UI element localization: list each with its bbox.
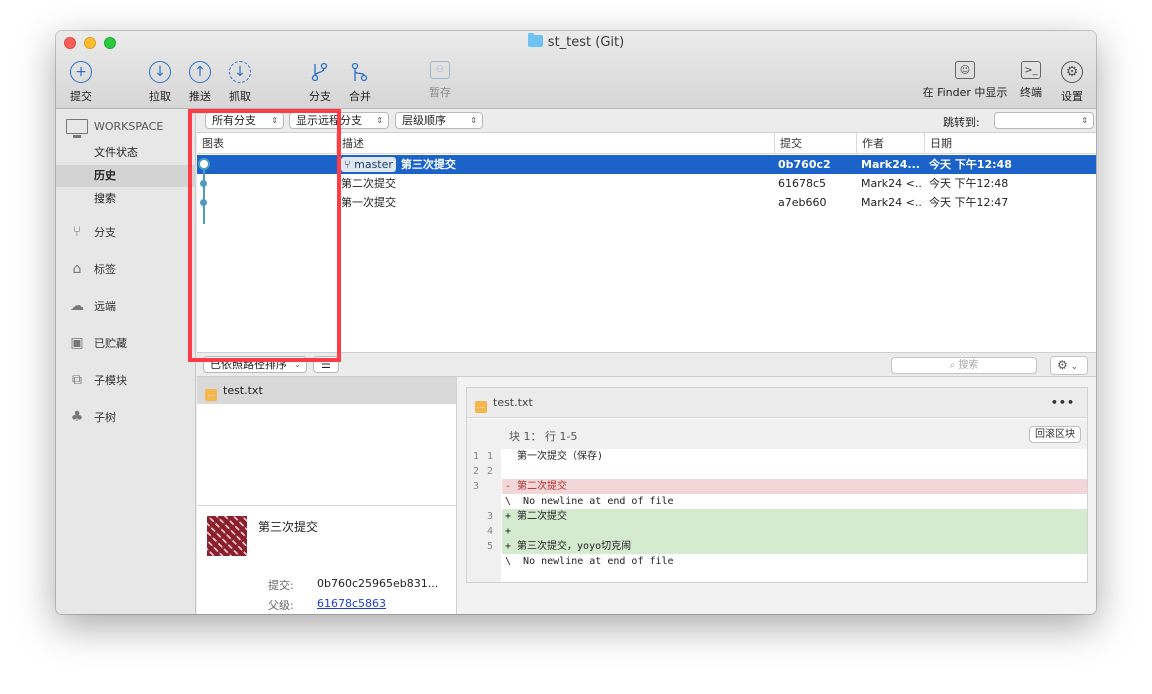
sidebar-item-submodules[interactable]: ⧉ 子模块 (66, 370, 127, 390)
merge-button[interactable]: 合并 (335, 61, 385, 104)
gear-icon: ⚙ (1061, 61, 1083, 83)
options-menu-button[interactable]: ⚙ ⌄ (1050, 356, 1088, 375)
updown-arrow-icon: ⇕ (376, 116, 383, 125)
hunk-header: 块 1： 行 1-5 回滚区块 (467, 419, 1087, 449)
graph-line (203, 166, 205, 224)
diff-file-header: … test.txt ••• (467, 388, 1087, 418)
diff-line: 11 第一次提交（保存) (473, 451, 604, 462)
cloud-icon: ☁ (70, 298, 84, 314)
commit-details: 第三次提交 提交: 0b760c25965eb831... 父级: 61678c… (197, 505, 456, 614)
diff-line-deleted: 3- 第二次提交 (467, 479, 1087, 494)
revert-hunk-button[interactable]: 回滚区块 (1029, 426, 1081, 443)
sidebar-item-file-status[interactable]: 文件状态 (56, 142, 196, 164)
commit-hash-value: 0b760c25965eb831... (317, 577, 439, 590)
sidebar-item-search[interactable]: 搜索 (56, 188, 196, 210)
commit-title: 第三次提交 (258, 520, 319, 534)
submodule-icon: ⧉ (72, 372, 82, 388)
diff-area: … test.txt ••• 块 1： 行 1-5 回滚区块 11 第一次提交（保… (457, 377, 1096, 614)
diff-line-added: 3 + 第二次提交 (467, 509, 1087, 524)
list-icon: ☰ (321, 358, 331, 371)
tag-icon: ⌂ (72, 261, 82, 277)
branch-icon: ⑂ (344, 158, 351, 171)
filter-bar: 所有分支 ⇕ 显示远程分支 ⇕ 层级顺序 ⇕ 跳转到: ⇕ (197, 109, 1096, 133)
stash-icon: ⚇ (430, 61, 450, 79)
commit-row[interactable]: 第二次提交 61678c5 Mark24 <... 今天 下午12:48 (197, 174, 1096, 193)
branch-filter-select[interactable]: 所有分支 ⇕ (205, 112, 284, 129)
updown-arrow-icon: ⇕ (271, 116, 278, 125)
commit-hash-label: 提交: (268, 579, 294, 592)
branch-icon (309, 61, 331, 83)
changed-files-list: … test.txt 第三次提交 提交: 0b760c25965eb831... … (197, 377, 457, 614)
folder-icon (527, 33, 543, 47)
fetch-icon: ↓ (229, 61, 251, 83)
tree-icon: ♣ (70, 409, 84, 425)
sidebar-item-history[interactable]: 历史 (56, 165, 196, 187)
chevron-down-icon: ⌄ (1067, 362, 1079, 372)
diff-line: \ No newline at end of file (505, 556, 674, 567)
show-in-finder-button[interactable]: ☺ 在 Finder 中显示 (920, 61, 1010, 100)
sidebar-item-stashes[interactable]: ▣ 已贮藏 (66, 333, 127, 353)
window-title: st_test (Git) (56, 33, 1096, 50)
updown-arrow-icon: ⇕ (470, 116, 477, 125)
graph-node (200, 199, 207, 206)
sidebar-item-remotes[interactable]: ☁ 远端 (66, 296, 116, 316)
column-commit[interactable]: 提交 (775, 133, 857, 154)
settings-button[interactable]: ⚙ 设置 (1047, 61, 1096, 104)
modified-file-icon: … (475, 401, 487, 413)
sidebar-item-tags[interactable]: ⌂ 标签 (66, 259, 116, 279)
chevron-down-icon: ⌄ (294, 360, 301, 369)
terminal-icon: >_ (1021, 61, 1041, 79)
history-view: 所有分支 ⇕ 显示远程分支 ⇕ 层级顺序 ⇕ 跳转到: ⇕ 图表 描述 提交 作者 日… (197, 109, 1096, 614)
parent-commit-link[interactable]: 61678c5863 (317, 597, 386, 610)
changes-toolbar: 已依照路径排序 ⌄ ☰ ⌕ 搜索 ⚙ ⌄ (197, 352, 1096, 377)
column-author[interactable]: 作者 (857, 133, 925, 154)
avatar (207, 516, 247, 556)
app-window: st_test (Git) + 提交 ↓ 拉取 ↑ 推送 ↓ 抓取 分支 合并 … (56, 31, 1096, 614)
column-graph[interactable]: 图表 (197, 133, 337, 154)
graph-node-head (198, 158, 210, 170)
plus-icon: + (70, 61, 92, 83)
stash-button[interactable]: ⚇ 暂存 (415, 61, 465, 100)
jump-to-select[interactable]: ⇕ (994, 112, 1094, 129)
stash-icon: ▣ (70, 335, 84, 351)
graph-node (200, 180, 207, 187)
diff-line-added: 5 + 第三次提交，yoyo切克闹 (467, 539, 1087, 554)
column-date[interactable]: 日期 (925, 133, 1096, 154)
workspace-header: WORKSPACE (66, 119, 163, 138)
diff-panel: … test.txt ••• 块 1： 行 1-5 回滚区块 11 第一次提交（保… (466, 387, 1088, 583)
remote-branch-filter-select[interactable]: 显示远程分支 ⇕ (289, 112, 389, 129)
arrow-up-icon: ↑ (189, 61, 211, 83)
diff-line: 22 (473, 466, 494, 477)
branch-badge: ⑂ master (341, 157, 396, 172)
sort-select[interactable]: 已依照路径排序 ⌄ (203, 356, 307, 373)
file-row[interactable]: … test.txt (197, 377, 456, 404)
sidebar-item-subtrees[interactable]: ♣ 子树 (66, 407, 116, 427)
monitor-icon (66, 119, 88, 138)
search-input[interactable]: ⌕ 搜索 (891, 357, 1037, 374)
gear-icon: ⚙ (1057, 358, 1068, 372)
commit-row[interactable]: 第一次提交 a7eb660 Mark24 <... 今天 下午12:47 (197, 193, 1096, 212)
commit-button[interactable]: + 提交 (56, 61, 106, 104)
modified-file-icon: … (205, 389, 217, 401)
sidebar-item-branches[interactable]: ⑂ 分支 (66, 222, 116, 242)
commit-row[interactable]: ⑂ master 第三次提交 0b760c2 Mark24... 今天 下午12:… (197, 155, 1096, 174)
updown-arrow-icon: ⇕ (1081, 116, 1088, 125)
branch-icon: ⑂ (72, 224, 82, 240)
toolbar: st_test (Git) + 提交 ↓ 拉取 ↑ 推送 ↓ 抓取 分支 合并 … (56, 31, 1096, 109)
arrow-down-icon: ↓ (149, 61, 171, 83)
diff-line-added: 4 + (467, 524, 1087, 539)
jump-to-label: 跳转到: (943, 116, 980, 129)
merge-icon (349, 61, 371, 83)
finder-icon: ☺ (955, 61, 975, 79)
list-view-button[interactable]: ☰ (313, 356, 339, 373)
order-select[interactable]: 层级顺序 ⇕ (395, 112, 483, 129)
parent-label: 父级: (268, 599, 294, 612)
fetch-button[interactable]: ↓ 抓取 (215, 61, 265, 104)
search-icon: ⌕ (949, 360, 956, 371)
more-options-icon[interactable]: ••• (1051, 388, 1075, 418)
column-description[interactable]: 描述 (337, 133, 775, 154)
sidebar: WORKSPACE 文件状态 历史 搜索 ⑂ 分支 ⌂ 标签 ☁ 远端 ▣ 已贮… (56, 109, 196, 614)
diff-line: \ No newline at end of file (505, 496, 674, 507)
